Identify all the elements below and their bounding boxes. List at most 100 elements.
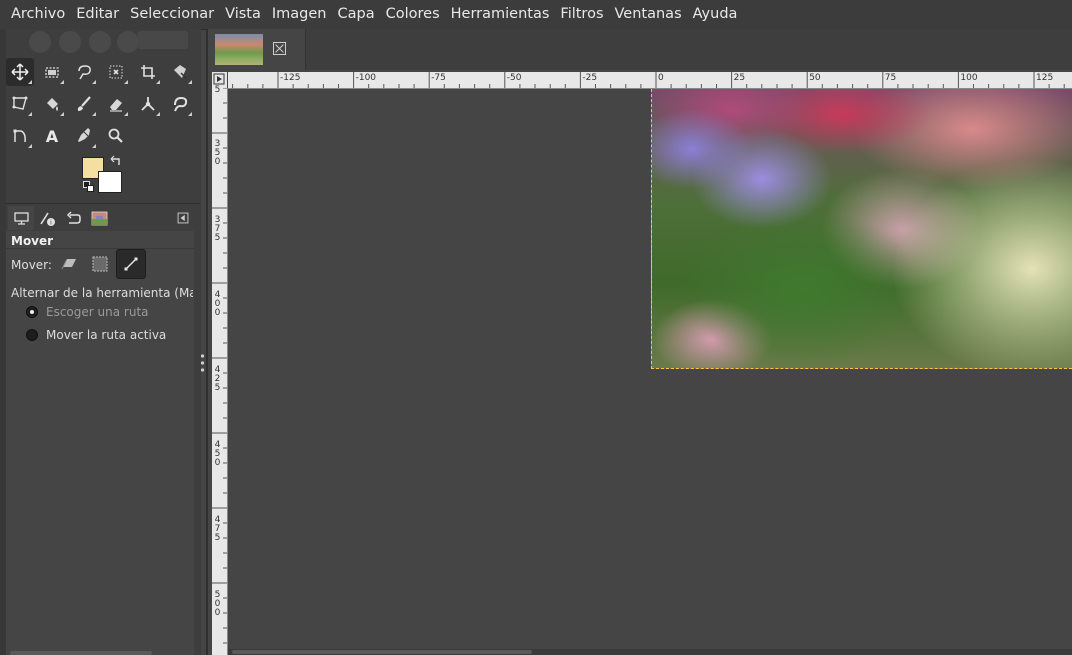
dock-resize-handle[interactable] bbox=[200, 352, 205, 374]
tab-device-status[interactable]: i bbox=[34, 206, 60, 230]
radio-button[interactable] bbox=[26, 329, 38, 341]
image-thumbnail[interactable] bbox=[215, 34, 263, 65]
menu-filtros[interactable]: Filtros bbox=[555, 0, 609, 29]
text-tool-button[interactable]: A bbox=[38, 122, 66, 150]
tool-options-icon bbox=[13, 211, 29, 225]
wilber-logo bbox=[29, 31, 188, 53]
menu-seleccionar[interactable]: Seleccionar bbox=[125, 0, 220, 29]
ruler-top-label: -50 bbox=[506, 73, 522, 83]
ruler-left-label: 450 bbox=[214, 440, 221, 468]
bucket-fill-tool-icon bbox=[47, 98, 58, 111]
ruler-left-label: 500 bbox=[214, 590, 221, 618]
paths-tool-icon bbox=[13, 129, 26, 143]
dock-tab-bar: i bbox=[6, 203, 200, 232]
ruler-top-label: 100 bbox=[960, 73, 978, 83]
text-tool-icon: A bbox=[46, 127, 59, 145]
tool-group-indicator bbox=[124, 112, 128, 116]
free-select-tool-button[interactable] bbox=[70, 58, 98, 86]
menu-herramientas[interactable]: Herramientas bbox=[445, 0, 555, 29]
undo-history-icon bbox=[66, 210, 81, 224]
move-layer-button[interactable] bbox=[54, 249, 84, 279]
eraser-tool-icon bbox=[110, 99, 122, 112]
zoom-tool-button[interactable] bbox=[102, 122, 130, 150]
radio-pick-path[interactable]: Escoger una ruta bbox=[26, 303, 149, 321]
image-tab[interactable] bbox=[208, 29, 306, 70]
menu-ayuda[interactable]: Ayuda bbox=[687, 0, 743, 29]
tool-group-indicator bbox=[156, 80, 160, 84]
move-path-button[interactable] bbox=[116, 249, 146, 279]
vertical-ruler: 5 350 375 400 425 450 475 500 bbox=[212, 85, 228, 655]
paths-tool-button[interactable] bbox=[6, 122, 34, 150]
image-thumbnail-icon bbox=[91, 211, 107, 225]
warp-transform-tool-icon bbox=[12, 96, 28, 110]
tool-options-title: Mover bbox=[11, 234, 54, 248]
clone-tool-button[interactable] bbox=[134, 90, 162, 118]
swap-colors-icon[interactable] bbox=[110, 155, 122, 167]
close-tab-icon[interactable] bbox=[273, 42, 286, 55]
ruler-top-label: -25 bbox=[582, 73, 598, 83]
color-picker-tool-icon bbox=[78, 128, 90, 142]
menu-bar: Archivo Editar Seleccionar Vista Imagen Capa C… bbox=[0, 0, 1072, 30]
warp-transform-tool-button[interactable] bbox=[6, 90, 34, 118]
selection-icon bbox=[92, 256, 108, 272]
radio-pick-path-label: Escoger una ruta bbox=[46, 305, 149, 319]
tool-toggle-label: Alternar de la herramienta (Mayús) bbox=[11, 286, 193, 300]
dock-separator bbox=[206, 29, 208, 655]
menu-capa[interactable]: Capa bbox=[332, 0, 380, 29]
move-selection-button[interactable] bbox=[85, 249, 115, 279]
paintbrush-tool-icon bbox=[77, 96, 91, 111]
radio-move-active-path[interactable]: Mover la ruta activa bbox=[26, 326, 166, 344]
tool-group-indicator bbox=[188, 80, 192, 84]
tab-undo-history[interactable] bbox=[60, 206, 86, 230]
tool-group-indicator bbox=[28, 112, 32, 116]
background-color-swatch[interactable] bbox=[98, 171, 122, 193]
menu-vista[interactable]: Vista bbox=[220, 0, 267, 29]
move-tool-icon bbox=[11, 63, 29, 81]
tool-group-indicator bbox=[156, 112, 160, 116]
smudge-tool-icon bbox=[174, 96, 188, 112]
dock-menu-icon bbox=[177, 212, 189, 224]
left-panel-scrollbar[interactable] bbox=[10, 651, 152, 655]
horizontal-scrollbar-thumb[interactable] bbox=[232, 650, 532, 654]
menu-archivo[interactable]: Archivo bbox=[0, 0, 71, 29]
tool-options-panel: Mover Mover: Alternar de la herramienta … bbox=[6, 231, 194, 655]
ruler-top-label: 25 bbox=[733, 73, 746, 83]
unified-transform-tool-button[interactable] bbox=[166, 58, 194, 86]
default-colors-icon[interactable] bbox=[83, 181, 94, 192]
crop-tool-button[interactable] bbox=[134, 58, 162, 86]
ruler-left-label: 350 bbox=[214, 139, 221, 167]
horizontal-ruler-ticks bbox=[232, 72, 1065, 88]
color-picker-tool-button[interactable] bbox=[70, 122, 98, 150]
paintbrush-tool-button[interactable] bbox=[70, 90, 98, 118]
tool-group-indicator bbox=[28, 80, 32, 84]
tool-group-indicator bbox=[28, 144, 32, 148]
tool-group-indicator bbox=[188, 112, 192, 116]
tool-group-indicator bbox=[92, 144, 96, 148]
clone-tool-icon bbox=[141, 97, 155, 111]
horizontal-scrollbar[interactable] bbox=[228, 649, 1072, 655]
menu-editar[interactable]: Editar bbox=[71, 0, 125, 29]
tab-tool-options[interactable] bbox=[8, 206, 34, 230]
bucket-fill-tool-button[interactable] bbox=[38, 90, 66, 118]
rect-select-tool-button[interactable] bbox=[38, 58, 66, 86]
menu-ventanas[interactable]: Ventanas bbox=[609, 0, 687, 29]
ruler-top-label: 125 bbox=[1036, 73, 1054, 83]
menu-imagen[interactable]: Imagen bbox=[266, 0, 332, 29]
move-tool-button[interactable] bbox=[6, 58, 34, 86]
layer-icon bbox=[61, 259, 76, 270]
fuzzy-select-tool-button[interactable] bbox=[102, 58, 130, 86]
tab-images[interactable] bbox=[86, 206, 112, 230]
crop-tool-icon bbox=[141, 65, 155, 79]
smudge-tool-button[interactable] bbox=[166, 90, 194, 118]
radio-button[interactable] bbox=[26, 306, 38, 318]
tool-group-indicator bbox=[92, 112, 96, 116]
dock-menu-button[interactable] bbox=[172, 206, 194, 230]
eraser-tool-button[interactable] bbox=[102, 90, 130, 118]
ruler-left-label: 5 bbox=[214, 85, 221, 95]
ruler-left-label: 425 bbox=[214, 365, 221, 393]
rect-select-tool-icon bbox=[45, 67, 59, 78]
menu-colores[interactable]: Colores bbox=[380, 0, 445, 29]
horizontal-ruler: -125 -100 -75 -50 -25 0 25 50 75 100 125 bbox=[228, 72, 1072, 89]
image-layer[interactable] bbox=[651, 89, 1072, 369]
ruler-top-label: 75 bbox=[884, 73, 897, 83]
